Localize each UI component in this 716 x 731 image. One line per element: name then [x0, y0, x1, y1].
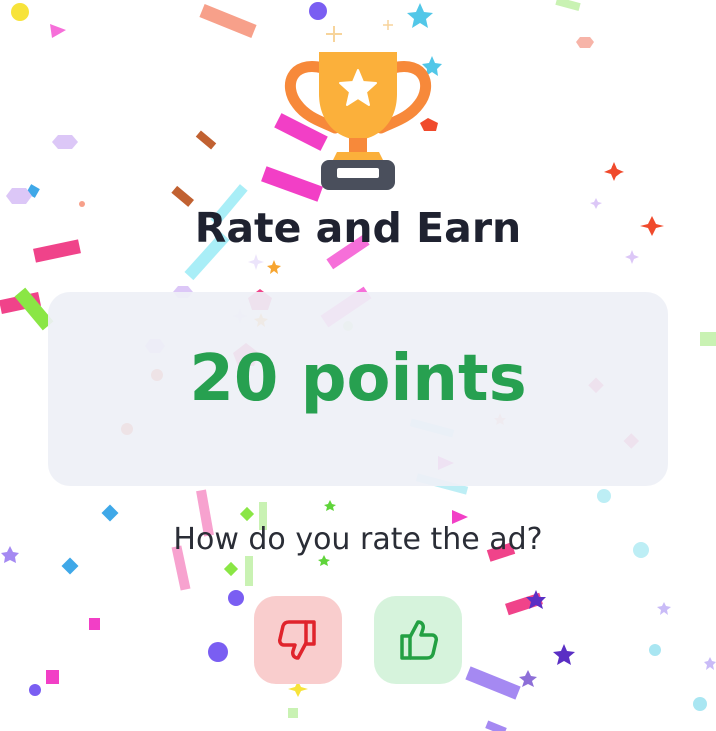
- trophy-icon: [284, 52, 432, 190]
- thumbs-up-button[interactable]: [374, 596, 462, 684]
- thumbs-down-button[interactable]: [254, 596, 342, 684]
- points-card: 20 points: [48, 292, 668, 486]
- thumbs-down-icon: [278, 620, 316, 660]
- dialog-title: Rate and Earn: [194, 204, 522, 252]
- points-value: 20 points: [189, 342, 527, 416]
- thumbs-up-icon: [400, 620, 438, 660]
- rating-question: How do you rate the ad?: [173, 522, 543, 557]
